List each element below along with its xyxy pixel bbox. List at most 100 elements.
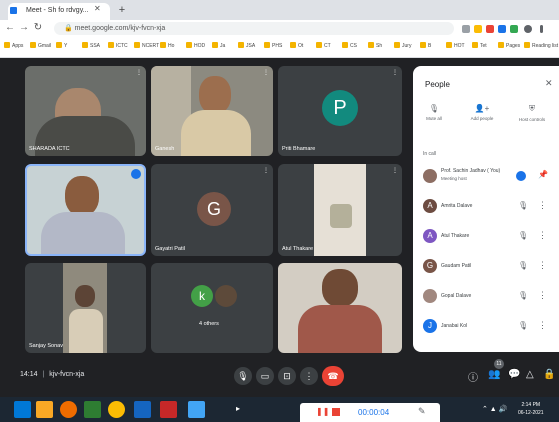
bookmark-item[interactable]: Jury: [394, 42, 411, 52]
tile-menu-icon[interactable]: ⋮: [392, 167, 398, 174]
activities-icon[interactable]: △: [526, 369, 534, 380]
start-icon[interactable]: [14, 401, 31, 418]
lock-icon[interactable]: 🔒: [543, 369, 555, 380]
tile-menu-icon[interactable]: ⋮: [263, 167, 269, 174]
close-tab-icon[interactable]: ✕: [94, 4, 101, 13]
present-button[interactable]: ⊡: [278, 367, 296, 385]
pin-icon[interactable]: 📌: [538, 170, 548, 179]
bookmark-item[interactable]: Ho: [160, 42, 174, 52]
pause-icon[interactable]: ❚❚: [316, 407, 329, 416]
app-icon[interactable]: [84, 401, 101, 418]
bookmark-item[interactable]: HOD: [186, 42, 205, 52]
cast-icon[interactable]: [462, 25, 470, 33]
bookmark-item[interactable]: Ja: [212, 42, 225, 52]
tray-icons[interactable]: ⌃ ▲ 🔊: [482, 405, 507, 413]
bookmark-item[interactable]: B: [420, 42, 431, 52]
mic-off-icon[interactable]: 🎙: [518, 201, 528, 210]
participant-item[interactable]: A Atul Thakare 🎙 ⋮: [413, 224, 559, 250]
microphone-button[interactable]: 🎙: [234, 367, 252, 385]
bookmark-item[interactable]: SSA: [82, 42, 100, 52]
bookmark-item[interactable]: Sh: [368, 42, 382, 52]
video-tile[interactable]: [278, 263, 402, 353]
video-tile[interactable]: ⋮ SHARADA ICTC: [25, 66, 146, 156]
participant-item[interactable]: Gopal Dalave 🎙 ⋮: [413, 284, 559, 310]
video-tile[interactable]: Sanjay Sonav: [25, 263, 146, 353]
reload-icon[interactable]: ↻: [32, 22, 44, 33]
mute-all-button[interactable]: 🎙 Mute all: [419, 104, 449, 121]
star-icon[interactable]: [474, 25, 482, 33]
screen-recorder-bar[interactable]: ❚❚ 00:00:04 ✎: [300, 403, 440, 422]
participant-video: [199, 76, 231, 114]
pen-icon[interactable]: ✎: [418, 406, 426, 417]
mic-off-icon[interactable]: 🎙: [518, 291, 528, 300]
firefox-icon[interactable]: [60, 401, 77, 418]
tile-menu-icon[interactable]: ⋮: [136, 69, 142, 76]
people-icon[interactable]: 👥: [488, 369, 500, 380]
video-tile[interactable]: ⋮ Atul Thakare: [278, 164, 402, 256]
video-tile-others[interactable]: k 4 others: [151, 263, 273, 353]
participant-item[interactable]: G Gaudam Patil 🎙 ⋮: [413, 254, 559, 280]
info-icon[interactable]: ⓘ: [468, 369, 478, 384]
url-input[interactable]: 🔒 meet.google.com/kjv-fvcn-xja: [54, 22, 454, 35]
mic-off-icon[interactable]: 🎙: [518, 321, 528, 330]
bookmark-apps[interactable]: Apps: [4, 42, 23, 52]
extension-icon[interactable]: [486, 25, 494, 33]
host-controls-button[interactable]: ⛨ Host controls: [511, 104, 553, 122]
participant-item[interactable]: Prof. Sachin Jadhav ( You) Meeting host …: [413, 164, 559, 190]
bookmark-icon: [446, 42, 452, 48]
participant-name: Gaudam Patil: [441, 263, 472, 269]
app-icon[interactable]: [188, 401, 205, 418]
tile-menu-icon[interactable]: ⋮: [263, 69, 269, 76]
tile-name: Priti Bhamare: [282, 146, 316, 152]
app-icon[interactable]: [160, 401, 177, 418]
video-tile[interactable]: G ⋮ Gayatri Patil: [151, 164, 273, 256]
back-icon[interactable]: ←: [4, 22, 16, 33]
bookmark-item[interactable]: Y: [56, 42, 67, 52]
camera-button[interactable]: ▭: [256, 367, 274, 385]
chrome-icon[interactable]: [108, 401, 125, 418]
bookmark-item[interactable]: CS: [342, 42, 357, 52]
bookmark-item[interactable]: Gmail: [30, 42, 51, 52]
participant-item[interactable]: J Janabai Kol 🎙 ⋮: [413, 314, 559, 340]
bookmark-item[interactable]: NCERT: [134, 42, 159, 52]
bookmark-item[interactable]: CT: [316, 42, 331, 52]
video-tile[interactable]: ⋮ Ganesh: [151, 66, 273, 156]
stop-icon[interactable]: [332, 408, 340, 416]
profile-icon[interactable]: [524, 25, 532, 33]
video-tile-self[interactable]: [25, 164, 146, 256]
bookmark-item[interactable]: Ot: [290, 42, 303, 52]
chat-icon[interactable]: 💬: [508, 369, 520, 380]
more-options-button[interactable]: ⋮: [300, 367, 318, 385]
bookmark-item[interactable]: JSA: [238, 42, 255, 52]
mic-off-icon[interactable]: 🎙: [518, 261, 528, 270]
more-options-icon[interactable]: ⋮: [538, 320, 547, 331]
mic-off-icon[interactable]: 🎙: [518, 231, 528, 240]
system-clock[interactable]: 2:14 PM 06-12-2021: [518, 401, 544, 417]
add-people-button[interactable]: 👤+ Add people: [465, 104, 499, 121]
speaking-indicator-icon: [131, 169, 141, 179]
bookmark-item[interactable]: Tet: [472, 42, 487, 52]
new-tab-icon[interactable]: +: [114, 3, 130, 17]
forward-icon[interactable]: →: [18, 22, 30, 33]
extension-icon[interactable]: [510, 25, 518, 33]
bookmark-item[interactable]: Reading list: [524, 42, 558, 52]
more-options-icon[interactable]: ⋮: [538, 230, 547, 241]
bookmark-item[interactable]: Pages: [498, 42, 520, 52]
meeting-time: 14:14: [20, 371, 38, 378]
more-options-icon[interactable]: ⋮: [538, 260, 547, 271]
browser-menu-icon[interactable]: [540, 25, 543, 33]
file-explorer-icon[interactable]: [36, 401, 53, 418]
more-options-icon[interactable]: ⋮: [538, 290, 547, 301]
app-icon[interactable]: [134, 401, 151, 418]
bookmark-item[interactable]: HOT: [446, 42, 465, 52]
more-options-icon[interactable]: ⋮: [538, 200, 547, 211]
bookmark-icon: [316, 42, 322, 48]
bookmark-item[interactable]: PHS: [264, 42, 282, 52]
extension-icon[interactable]: [498, 25, 506, 33]
tile-menu-icon[interactable]: ⋮: [392, 69, 398, 76]
close-icon[interactable]: ✕: [545, 78, 553, 89]
video-tile[interactable]: P ⋮ Priti Bhamare: [278, 66, 402, 156]
leave-call-button[interactable]: ☎: [322, 366, 344, 386]
bookmark-item[interactable]: ICTC: [108, 42, 128, 52]
participant-item[interactable]: A Amrita Dalave 🎙 ⋮: [413, 194, 559, 220]
